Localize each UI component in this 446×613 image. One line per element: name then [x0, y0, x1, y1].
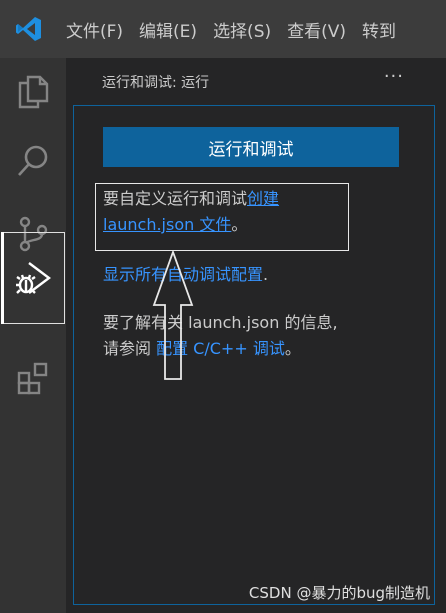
create-launch-json-link-part2[interactable]: launch.json 文件 — [103, 215, 231, 234]
learn-more-end: 。 — [284, 339, 301, 358]
learn-more-line1: 要了解有关 launch.json 的信息, — [103, 313, 338, 332]
customize-label: 要自定义运行和调试 — [103, 189, 248, 208]
watermark: CSDN @暴力的bug制造机 — [248, 584, 430, 602]
customize-end: 。 — [231, 215, 248, 234]
menu-go[interactable]: 转到 — [354, 17, 404, 42]
vscode-logo-icon — [0, 0, 58, 58]
show-all-end: . — [263, 265, 269, 284]
vscode-window: 文件(F) 编辑(E) 选择(S) 查看(V) 转到 运行和调试: 运行 ···… — [0, 0, 446, 613]
more-actions-icon[interactable]: ··· — [384, 66, 404, 87]
show-all-configs-link[interactable]: 显示所有自动调试配置 — [103, 265, 263, 284]
search-icon[interactable] — [0, 128, 66, 194]
sidebar-title: 运行和调试: 运行 — [102, 75, 210, 91]
run-debug-sidebar: 运行和调试: 运行 ··· 运行和调试 要自定义运行和调试创建 launch.j… — [66, 58, 442, 613]
run-debug-icon[interactable] — [1, 232, 65, 324]
menu-selection[interactable]: 选择(S) — [205, 17, 279, 42]
create-launch-json-link-part1[interactable]: 创建 — [247, 189, 279, 208]
explorer-icon[interactable] — [0, 58, 66, 124]
activity-bar — [0, 58, 66, 613]
learn-more-text: 要了解有关 launch.json 的信息, 请参阅 配置 C/C++ 调试。 — [103, 310, 423, 362]
show-all-text: 显示所有自动调试配置. — [103, 262, 403, 288]
welcome-panel: 运行和调试 要自定义运行和调试创建 launch.json 文件。 显示所有自动… — [73, 105, 435, 605]
menu-bar: 文件(F) 编辑(E) 选择(S) 查看(V) 转到 — [0, 0, 446, 58]
customize-text: 要自定义运行和调试创建 launch.json 文件。 — [103, 186, 403, 238]
learn-more-line2: 请参阅 — [103, 339, 157, 358]
configure-cpp-debug-link[interactable]: 配置 C/C++ 调试 — [156, 339, 285, 358]
menu-edit[interactable]: 编辑(E) — [131, 17, 205, 42]
menu-file[interactable]: 文件(F) — [58, 17, 131, 42]
menu-view[interactable]: 查看(V) — [279, 17, 354, 42]
extensions-icon[interactable] — [0, 346, 66, 412]
run-and-debug-button[interactable]: 运行和调试 — [103, 127, 399, 167]
